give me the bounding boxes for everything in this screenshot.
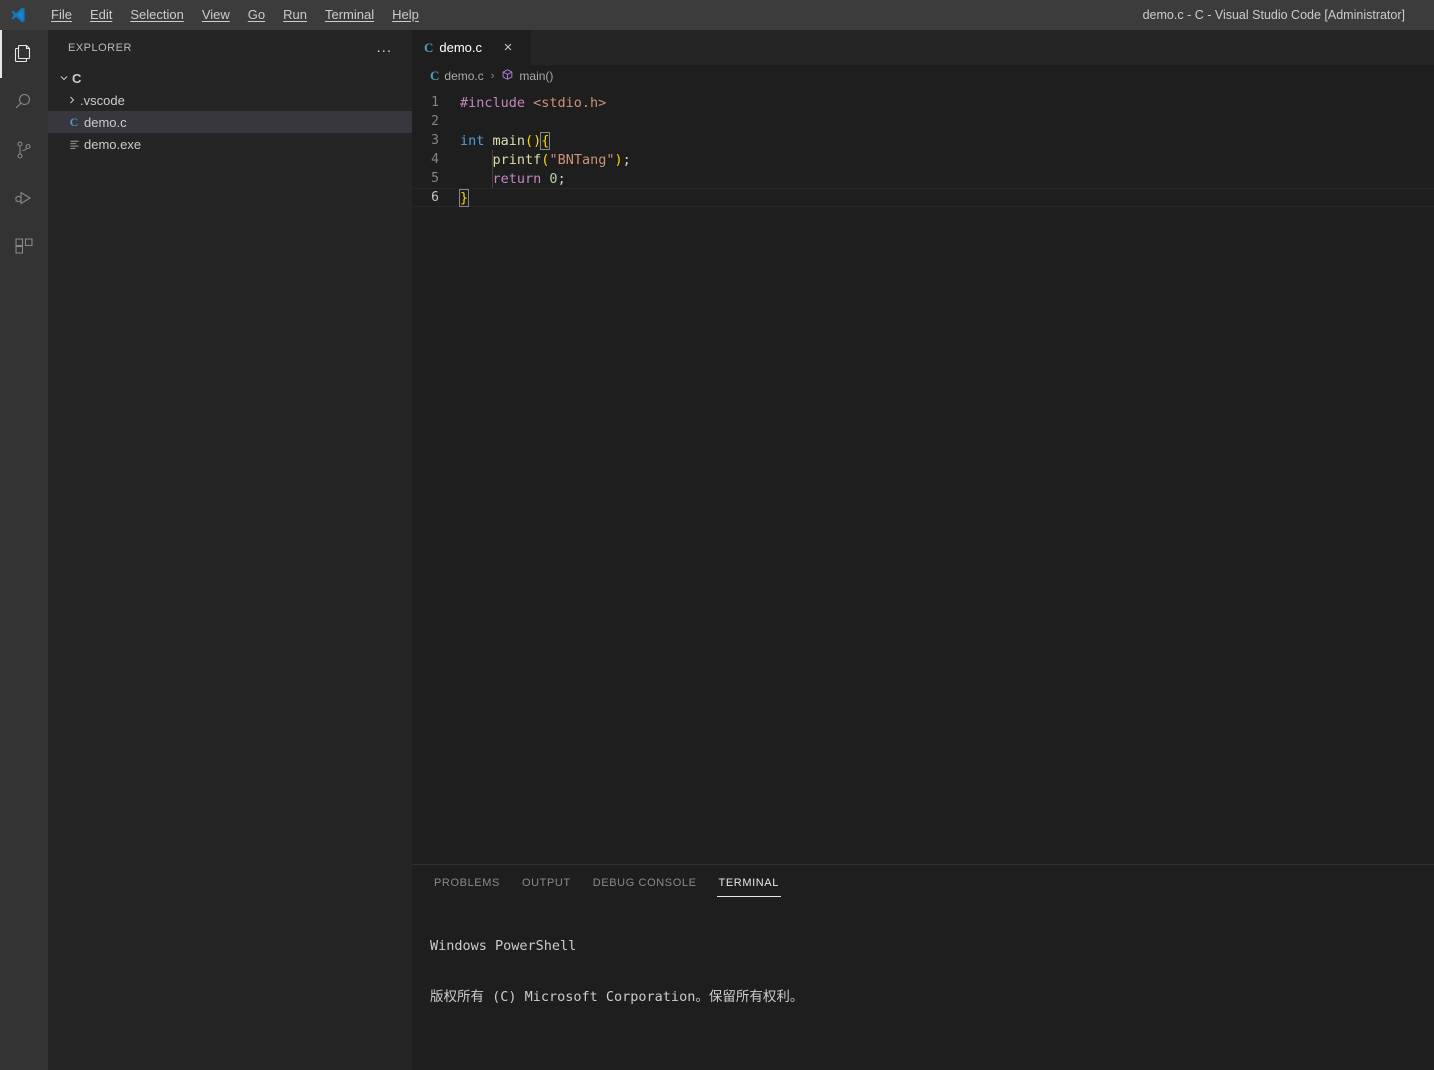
code-line: 2 (412, 112, 1434, 131)
line-content: } (458, 188, 470, 207)
activitybar-item-explorer[interactable] (0, 30, 48, 78)
line-content: int main(){ (460, 131, 551, 150)
code-editor[interactable]: 1 #include <stdio.h> 2 3 int main(){ 4 p… (412, 87, 1434, 864)
activity-bar (0, 30, 48, 1070)
binary-file-icon (64, 138, 84, 151)
tab-output[interactable]: OUTPUT (520, 868, 573, 897)
code-line-current: 6 } (412, 188, 1434, 207)
title-bar: File Edit Selection View Go Run Terminal… (0, 0, 1434, 30)
tree-label-demo-exe: demo.exe (84, 136, 142, 152)
activitybar-item-run-and-debug[interactable] (0, 174, 48, 222)
menu-view[interactable]: View (193, 3, 239, 27)
code-line: 5 return 0; (412, 169, 1434, 188)
line-number: 4 (431, 152, 439, 167)
breadcrumb-separator: › (490, 70, 495, 82)
explorer-header: EXPLORER ... (48, 30, 412, 65)
line-number: 1 (431, 95, 439, 110)
editor-group: C demo.c × C demo.c › main() 1 #include … (412, 30, 1434, 1070)
tree-label-vscode: .vscode (80, 92, 125, 108)
line-content: #include <stdio.h> (460, 94, 607, 111)
menu-go-label: Go (247, 7, 266, 22)
workbench-body: EXPLORER ... C .vscode C demo.c demo.exe… (0, 30, 1434, 1070)
menu-help[interactable]: Help (383, 3, 428, 27)
activitybar-item-source-control[interactable] (0, 126, 48, 174)
breadcrumb-file[interactable]: demo.c (444, 69, 483, 83)
tree-label-root: C (72, 70, 82, 86)
tree-row-vscode[interactable]: .vscode (48, 89, 412, 111)
line-number: 2 (431, 114, 439, 129)
code-lines: 1 #include <stdio.h> 2 3 int main(){ 4 p… (412, 87, 1434, 207)
code-line: 1 #include <stdio.h> (412, 93, 1434, 112)
editor-tab-bar: C demo.c × (412, 30, 1434, 65)
menu-edit-label: Edit (89, 7, 113, 22)
menu-go[interactable]: Go (239, 3, 274, 27)
explorer-more-actions-button[interactable]: ... (376, 38, 392, 56)
tab-debug-console[interactable]: DEBUG CONSOLE (591, 868, 699, 897)
menu-terminal[interactable]: Terminal (316, 3, 383, 27)
files-icon (12, 42, 36, 66)
panel-tab-bar: PROBLEMS OUTPUT DEBUG CONSOLE TERMINAL (412, 865, 1434, 900)
menu-view-label: View (201, 7, 230, 22)
code-line: 4 printf("BNTang"); (412, 150, 1434, 169)
bottom-panel: PROBLEMS OUTPUT DEBUG CONSOLE TERMINAL W… (412, 864, 1434, 1070)
tree-row-demo-exe[interactable]: demo.exe (48, 133, 412, 155)
line-content: printf("BNTang"); (492, 151, 631, 168)
tree-row-root-c[interactable]: C (48, 67, 412, 89)
ellipsis-icon: ... (376, 38, 392, 56)
line-number: 3 (431, 133, 439, 148)
menu-file[interactable]: File (42, 3, 81, 27)
activitybar-item-extensions[interactable] (0, 222, 48, 270)
line-number: 5 (431, 171, 439, 186)
breadcrumb-symbol[interactable]: main() (519, 69, 553, 83)
menu-run-label: Run (283, 7, 307, 22)
extensions-icon (12, 234, 36, 258)
tree-row-demo-c[interactable]: C demo.c (48, 111, 412, 133)
menu-file-label: File (51, 7, 72, 22)
editor-tab-label: demo.c (439, 40, 483, 55)
close-icon[interactable]: × (500, 40, 516, 55)
run-debug-icon (12, 186, 36, 210)
activitybar-item-search[interactable] (0, 78, 48, 126)
sidebar-explorer: EXPLORER ... C .vscode C demo.c demo.exe (48, 30, 412, 1070)
c-file-icon: C (430, 68, 440, 83)
terminal-line: 版权所有 (C) Microsoft Corporation。保留所有权利。 (430, 989, 1434, 1006)
menu-run[interactable]: Run (274, 3, 316, 27)
tab-terminal[interactable]: TERMINAL (716, 868, 781, 897)
menu-help-label: Help (392, 7, 419, 22)
terminal-text: Windows PowerShell (430, 938, 577, 954)
menu-terminal-label: Terminal (325, 7, 375, 22)
code-line: 3 int main(){ (412, 131, 1434, 150)
vscode-logo-icon (0, 6, 36, 24)
menu-selection[interactable]: Selection (121, 3, 192, 27)
menu-bar: File Edit Selection View Go Run Terminal… (42, 3, 428, 27)
chevron-right-icon[interactable] (64, 94, 80, 106)
breadcrumb: C demo.c › main() (412, 65, 1434, 87)
tab-problems[interactable]: PROBLEMS (432, 868, 502, 897)
terminal-text: 版权所有 (C) Microsoft Corporation。保留所有权利。 (430, 989, 804, 1005)
c-file-icon: C (424, 39, 434, 55)
menu-selection-label: Selection (130, 7, 184, 22)
terminal-output[interactable]: Windows PowerShell 版权所有 (C) Microsoft Co… (412, 900, 1434, 1070)
explorer-title: EXPLORER (68, 41, 132, 54)
terminal-line: Windows PowerShell (430, 938, 1434, 955)
chevron-down-icon[interactable] (56, 72, 72, 84)
branch-icon (12, 138, 36, 162)
tree-label-demo-c: demo.c (84, 114, 127, 130)
line-content: return 0; (492, 170, 566, 187)
file-tree: C .vscode C demo.c demo.exe (48, 65, 412, 155)
vscode-window: File Edit Selection View Go Run Terminal… (0, 0, 1434, 1070)
line-number: 6 (431, 190, 439, 205)
method-symbol-icon (501, 68, 514, 84)
c-file-icon: C (69, 114, 79, 129)
search-icon (12, 90, 36, 114)
editor-tab-demo-c[interactable]: C demo.c × (412, 30, 532, 65)
menu-edit[interactable]: Edit (81, 3, 121, 27)
